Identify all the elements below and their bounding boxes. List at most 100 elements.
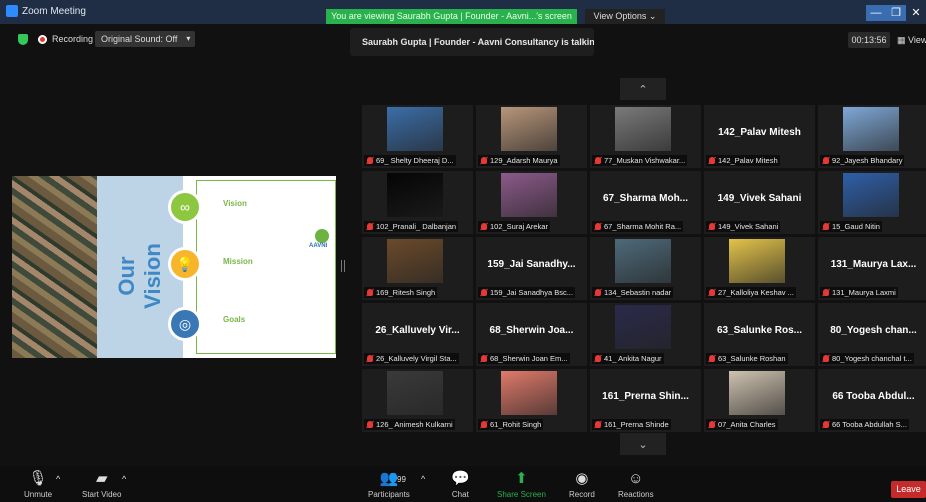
chat-button[interactable]: 💬 Chat [451, 470, 470, 499]
participant-tile[interactable]: 126_ Animesh Kulkarni [362, 369, 473, 432]
slide-title: Our Vision [114, 243, 165, 309]
start-video-button[interactable]: ▰ Start Video [82, 470, 121, 499]
participant-tile[interactable]: 15_Gaud Nitin [818, 171, 926, 234]
participant-name-label: 69_ Shelty Dheeraj D... [364, 155, 456, 166]
brand-name: AAVNI [309, 243, 328, 249]
participant-display-name: 66 Tooba Abdul... [832, 391, 915, 402]
participant-tile[interactable]: 134_Sebastin nadar [590, 237, 701, 300]
circuit-board-image [12, 176, 97, 358]
participant-name-label: 142_Palav Mitesh [706, 155, 780, 166]
record-icon: ◉ [575, 470, 589, 487]
video-off-icon: ▰ [95, 470, 108, 487]
participant-tile[interactable]: 66 Tooba Abdul... 66 Tooba Abdullah S... [818, 369, 926, 432]
shield-icon[interactable] [18, 34, 28, 45]
participant-video [843, 107, 899, 151]
record-button[interactable]: ◉ Record [569, 470, 595, 499]
participant-name-label: 63_Salunke Roshan [706, 353, 788, 364]
chevron-down-icon[interactable]: ▾ [186, 31, 190, 47]
participant-name: 92_Jayesh Bhandary [832, 156, 903, 165]
participant-tile[interactable]: 61_Rohit Singh [476, 369, 587, 432]
participants-options-button[interactable]: ^ [421, 470, 425, 488]
participant-name: 149_Vivek Sahani [718, 222, 779, 231]
participant-name: 80_Yogesh chanchal t... [832, 354, 912, 363]
slide-item-title: Mission [223, 257, 253, 266]
slide-item-title: Vision [223, 199, 247, 208]
audio-options-button[interactable]: ^ [56, 470, 60, 488]
slide-item-title: Goals [223, 315, 246, 324]
participant-count: 99 [397, 475, 406, 484]
participant-tile[interactable]: 07_Anita Charles [704, 369, 815, 432]
muted-mic-icon [823, 421, 829, 428]
split-resize-handle[interactable] [341, 260, 345, 272]
participant-tile[interactable]: 41_ Ankita Nagur [590, 303, 701, 366]
chevron-down-icon: ⌄ [638, 438, 648, 451]
muted-mic-icon [823, 157, 829, 164]
start-video-label: Start Video [82, 490, 122, 499]
participant-name: 129_Adarsh Maurya [490, 156, 558, 165]
video-options-button[interactable]: ^ [122, 470, 126, 488]
gallery-prev-button[interactable]: ⌃ [620, 78, 666, 100]
participant-tile[interactable]: 92_Jayesh Bhandary [818, 105, 926, 168]
participant-name-label: 68_Sherwin Joan Em... [478, 353, 570, 364]
chat-icon: 💬 [451, 470, 470, 487]
meeting-toolbar: 🎙 Unmute ^ ▰ Start Video ^ 👥 Participant… [0, 466, 926, 502]
participant-tile[interactable]: 63_Salunke Ros... 63_Salunke Roshan [704, 303, 815, 366]
slide-content-panel: Vision Mission Goals AAVNI [196, 180, 336, 354]
chevron-up-icon: ⌃ [638, 83, 648, 96]
view-options-label: View Options [593, 11, 647, 21]
participant-name: 102_Pranali_ Dalbanjan [376, 222, 457, 231]
participant-tile[interactable]: 161_Prerna Shin... 161_Prerna Shinde [590, 369, 701, 432]
muted-mic-icon [481, 289, 487, 296]
close-button[interactable]: ✕ [906, 5, 926, 21]
participant-tile[interactable]: 149_Vivek Sahani 149_Vivek Sahani [704, 171, 815, 234]
reactions-button[interactable]: ☺ Reactions [618, 470, 654, 499]
participant-name-label: 77_Muskan Vishwakar... [592, 155, 688, 166]
window-title: Zoom Meeting [22, 5, 86, 17]
participant-video [387, 239, 443, 283]
participant-tile[interactable]: 169_Ritesh Singh [362, 237, 473, 300]
minimize-button[interactable]: — [866, 5, 886, 21]
view-options-button[interactable]: View Options ⌄ [585, 9, 665, 24]
muted-mic-icon [709, 289, 715, 296]
participant-tile[interactable]: 68_Sherwin Joa... 68_Sherwin Joan Em... [476, 303, 587, 366]
record-label: Record [569, 490, 595, 499]
participant-name-label: 102_Suraj Arekar [478, 221, 550, 232]
muted-mic-icon [595, 289, 601, 296]
participant-name: 67_Sharma Mohit Ra... [604, 222, 682, 231]
share-screen-button[interactable]: ⬆ Share Screen [497, 470, 546, 499]
participant-display-name: 142_Palav Mitesh [718, 127, 801, 138]
participant-tile[interactable]: 159_Jai Sanadhy... 159_Jai Sanadhya Bsc..… [476, 237, 587, 300]
participant-name: 69_ Shelty Dheeraj D... [376, 156, 454, 165]
participant-tile[interactable]: 80_Yogesh chan... 80_Yogesh chanchal t... [818, 303, 926, 366]
original-sound-button[interactable]: Original Sound: Off ▾ [95, 31, 196, 47]
view-label: View [908, 35, 926, 45]
participant-name-label: 159_Jai Sanadhya Bsc... [478, 287, 575, 298]
app-title: Zoom Meeting [6, 5, 86, 17]
participant-tile[interactable]: 142_Palav Mitesh 142_Palav Mitesh [704, 105, 815, 168]
view-button[interactable]: ▦ View [897, 32, 926, 48]
participant-tile[interactable]: 27_Kalloliya Keshav ... [704, 237, 815, 300]
unmute-button[interactable]: 🎙 Unmute [24, 470, 52, 499]
recording-icon [38, 35, 47, 44]
participant-tile[interactable]: 129_Adarsh Maurya [476, 105, 587, 168]
participant-tile[interactable]: 26_Kalluvely Vir... 26_Kalluvely Virgil S… [362, 303, 473, 366]
participant-tile[interactable]: 69_ Shelty Dheeraj D... [362, 105, 473, 168]
participant-tile[interactable]: 102_Suraj Arekar [476, 171, 587, 234]
participant-tile[interactable]: 77_Muskan Vishwakar... [590, 105, 701, 168]
participant-tile[interactable]: 67_Sharma Moh... 67_Sharma Mohit Ra... [590, 171, 701, 234]
participant-name: 126_ Animesh Kulkarni [376, 420, 453, 429]
participant-name-label: 15_Gaud Nitin [820, 221, 882, 232]
share-screen-label: Share Screen [497, 490, 546, 499]
participant-name-label: 26_Kalluvely Virgil Sta... [364, 353, 459, 364]
muted-mic-icon [595, 421, 601, 428]
window-controls: — ❐ ✕ [866, 5, 926, 21]
participant-name-label: 161_Prerna Shinde [592, 419, 671, 430]
shared-screen[interactable]: Our Vision Vision Mission Goals AAVNI ∞ … [12, 176, 336, 358]
participant-tile[interactable]: 131_Maurya Lax... 131_Maurya Laxmi [818, 237, 926, 300]
participant-tile[interactable]: 102_Pranali_ Dalbanjan [362, 171, 473, 234]
maximize-button[interactable]: ❐ [886, 5, 906, 21]
gallery-next-button[interactable]: ⌄ [620, 433, 666, 455]
participant-display-name: 161_Prerna Shin... [602, 391, 689, 402]
leave-button[interactable]: Leave [891, 481, 926, 498]
muted-mic-icon [481, 223, 487, 230]
